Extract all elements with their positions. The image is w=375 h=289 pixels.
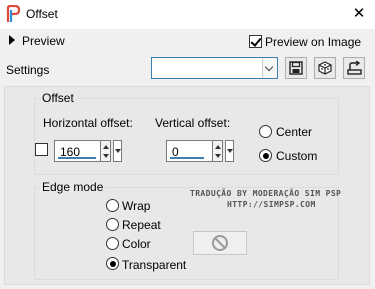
watermark-line-1: TRADUÇÃO BY MODERAÇÃO SIM PSP [190,189,342,198]
custom-label: Custom [276,149,318,163]
horizontal-offset-input[interactable]: 160 [54,140,101,162]
increment-icon[interactable] [103,145,109,149]
edge-color-swatch [193,231,247,255]
offset-dialog: Offset ✕ Preview Preview on Image Settin… [0,0,375,289]
edge-mode-group-title: Edge mode [39,180,107,194]
vertical-offset-input[interactable]: 0 [166,140,213,162]
close-icon[interactable]: ✕ [348,3,370,25]
randomize-button[interactable] [314,57,336,79]
edge-wrap-label: Wrap [122,199,151,213]
watermark-line-2: HTTP://SIMPSP.COM [227,200,316,209]
edge-wrap-radio[interactable] [106,199,119,212]
disabled-icon [212,235,228,251]
vertical-offset-slider-button[interactable] [225,140,234,162]
edge-repeat-label: Repeat [122,218,161,232]
settings-label: Settings [6,63,50,77]
horizontal-offset-spinner[interactable]: 160 [54,140,122,162]
decrement-icon[interactable] [103,154,109,158]
vertical-offset-stepper[interactable] [213,140,223,162]
edge-transparent-radio[interactable] [106,257,119,270]
vertical-offset-spinner[interactable]: 0 [166,140,234,162]
link-offsets-checkbox[interactable] [35,143,48,156]
randomize-icon [318,61,332,75]
horizontal-offset-slider-button[interactable] [113,140,122,162]
preview-on-image-label: Preview on Image [265,35,362,49]
edge-repeat-radio[interactable] [106,218,119,231]
reset-button[interactable] [343,57,365,79]
edge-color-radio[interactable] [106,237,119,250]
settings-preset-dropdown[interactable] [151,57,278,79]
edge-color-label: Color [122,237,151,251]
save-preset-icon [289,61,303,75]
decrement-icon[interactable] [215,154,221,158]
preview-on-image-checkbox[interactable] [249,35,262,48]
window-title: Offset [26,7,58,21]
vertical-offset-label: Vertical offset: [155,116,231,130]
center-label: Center [276,125,313,139]
custom-radio[interactable] [259,149,272,162]
expand-arrow-icon[interactable] [9,35,15,45]
increment-icon[interactable] [215,145,221,149]
horizontal-offset-stepper[interactable] [101,140,111,162]
preview-toggle[interactable]: Preview [22,34,65,48]
title-bar: Offset ✕ [0,0,375,29]
psp-app-icon [6,5,20,22]
edge-transparent-label: Transparent [122,258,187,272]
horizontal-offset-label: Horizontal offset: [43,116,133,130]
center-radio[interactable] [259,125,272,138]
save-preset-button[interactable] [285,57,307,79]
reset-icon [347,61,362,75]
chevron-down-icon[interactable] [262,58,277,78]
offset-group-title: Offset [39,91,77,105]
